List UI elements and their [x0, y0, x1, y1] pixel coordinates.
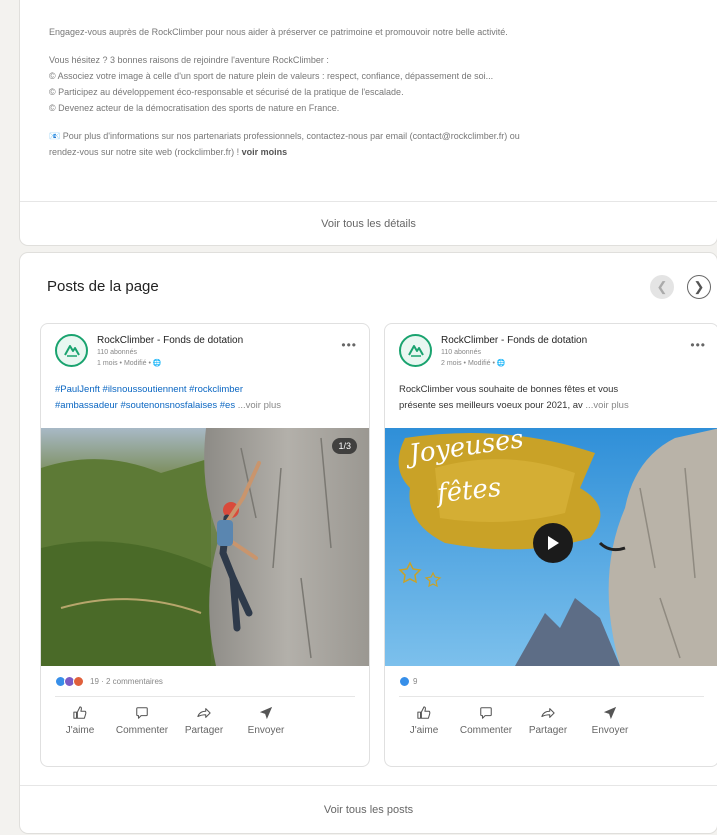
more-options-button[interactable]: ••• [341, 338, 357, 352]
reason-item: © Associez votre image à celle d'un spor… [49, 71, 494, 81]
see-all-details-button[interactable]: Voir tous les détails [20, 201, 717, 245]
rockclimber-logo-icon [63, 344, 80, 357]
send-label: Envoyer [591, 725, 629, 736]
more-options-button[interactable]: ••• [690, 338, 706, 352]
send-label: Envoyer [247, 725, 285, 736]
send-plane-icon [259, 706, 273, 720]
contact-line-2: rendez-vous sur notre site web (rockclim… [49, 144, 714, 160]
play-icon [548, 536, 559, 550]
about-paragraph: Engagez-vous auprès de RockClimber pour … [49, 27, 508, 37]
send-button[interactable]: Envoyer [579, 706, 641, 736]
post-meta: 2 mois • Modifié • 🌐 [441, 359, 506, 367]
post-actions: J'aime Commenter Partager Envoyer [393, 706, 641, 736]
see-more-link[interactable]: ...voir plus [238, 400, 281, 411]
post-time: 1 mois • Modifié • [97, 360, 151, 367]
about-description: Engagez-vous auprès de RockClimber pour … [49, 24, 714, 160]
post-text-line: #ambassadeur #soutenonsnosfalaises #es .… [55, 398, 357, 414]
posts-title: Posts de la page [47, 278, 159, 295]
carousel-prev-button[interactable]: ❮ [650, 275, 674, 299]
contact-line: 📧 Pour plus d'informations sur nos parte… [49, 131, 520, 141]
post-followers: 110 abonnés [97, 349, 137, 356]
posts-card: Posts de la page ❮ ❯ RockClimber - Fonds… [20, 253, 717, 833]
post-card[interactable]: RockClimber - Fonds de dotation 110 abon… [40, 323, 370, 767]
like-button[interactable]: J'aime [49, 706, 111, 736]
post-text-line-2: présente ses meilleurs voeux pour 2021, … [399, 400, 583, 411]
share-arrow-icon [197, 708, 211, 718]
post-time: 2 mois • Modifié • [441, 360, 495, 367]
post-header: RockClimber - Fonds de dotation 110 abon… [55, 334, 359, 380]
comment-button[interactable]: Commenter [111, 706, 173, 736]
send-button[interactable]: Envoyer [235, 706, 297, 736]
post-image-climber[interactable]: 1/3 [41, 428, 369, 666]
like-label: J'aime [409, 725, 439, 736]
comment-icon [480, 707, 492, 719]
avatar[interactable] [55, 334, 88, 367]
contact-line-text: rendez-vous sur notre site web (rockclim… [49, 147, 240, 157]
comment-button[interactable]: Commenter [455, 706, 517, 736]
like-label: J'aime [65, 725, 95, 736]
post-text: #PaulJenft #ilsnoussoutiennent #rockclim… [55, 382, 357, 414]
see-more-link[interactable]: ...voir plus [585, 400, 628, 411]
play-button[interactable] [533, 523, 573, 563]
post-text: RockClimber vous souhaite de bonnes fête… [399, 382, 706, 414]
see-all-details-label: Voir tous les détails [321, 217, 416, 230]
post-followers: 110 abonnés [441, 349, 481, 356]
share-button[interactable]: Partager [517, 706, 579, 736]
rockclimber-logo-icon [407, 344, 424, 357]
thumbs-up-icon [73, 706, 87, 719]
about-card: Engagez-vous auprès de RockClimber pour … [20, 0, 717, 245]
reactions-count: 9 [413, 676, 418, 686]
comment-label: Commenter [115, 725, 169, 736]
reason-item: © Devenez acteur de la démocratisation d… [49, 103, 340, 113]
post-author[interactable]: RockClimber - Fonds de dotation [97, 335, 243, 346]
voir-moins-link[interactable]: voir moins [242, 147, 288, 157]
divider [399, 696, 704, 697]
carousel-next-button[interactable]: ❯ [687, 275, 711, 299]
post-video-greetings[interactable]: Joyeuses fêtes [385, 428, 717, 666]
post-card[interactable]: RockClimber - Fonds de dotation 110 abon… [384, 323, 717, 767]
post-meta: 1 mois • Modifié • 🌐 [97, 359, 162, 367]
like-button[interactable]: J'aime [393, 706, 455, 736]
climbing-photo [41, 428, 369, 666]
love-reaction-icon [73, 675, 84, 687]
see-all-posts-label: Voir tous les posts [323, 803, 414, 816]
avatar[interactable] [399, 334, 432, 367]
ellipsis-icon: ••• [341, 338, 357, 352]
share-button[interactable]: Partager [173, 706, 235, 736]
share-label: Partager [184, 725, 224, 736]
comment-icon [136, 707, 148, 719]
reason-item: © Participez au développement éco-respon… [49, 87, 404, 97]
reactions-count: 19 · 2 commentaires [90, 676, 163, 686]
globe-icon: 🌐 [152, 360, 162, 367]
divider [55, 696, 355, 697]
post-hashtags-2[interactable]: #ambassadeur #soutenonsnosfalaises #es [55, 400, 235, 411]
ellipsis-icon: ••• [690, 338, 706, 352]
reactions-summary[interactable]: 9 [399, 674, 417, 688]
chevron-right-icon: ❯ [693, 279, 705, 294]
post-header: RockClimber - Fonds de dotation 110 abon… [399, 334, 708, 380]
chevron-left-icon: ❮ [656, 279, 668, 294]
thumbs-up-icon [417, 706, 431, 719]
post-hashtags[interactable]: #PaulJenft #ilsnoussoutiennent #rockclim… [55, 382, 357, 398]
globe-icon: 🌐 [496, 360, 506, 367]
post-text-line: présente ses meilleurs voeux pour 2021, … [399, 398, 706, 414]
reactions-summary[interactable]: 19 · 2 commentaires [55, 674, 163, 688]
post-author[interactable]: RockClimber - Fonds de dotation [441, 335, 587, 346]
like-reaction-icon [399, 675, 410, 687]
see-all-posts-button[interactable]: Voir tous les posts [20, 785, 717, 833]
post-text-line: RockClimber vous souhaite de bonnes fête… [399, 384, 619, 395]
post-actions: J'aime Commenter Partager Envoyer [49, 706, 297, 736]
reasons-title: Vous hésitez ? 3 bonnes raisons de rejoi… [49, 55, 329, 65]
send-plane-icon [603, 706, 617, 720]
share-label: Partager [528, 725, 568, 736]
share-arrow-icon [541, 708, 555, 718]
comment-label: Commenter [459, 725, 513, 736]
carousel-counter: 1/3 [332, 438, 357, 454]
